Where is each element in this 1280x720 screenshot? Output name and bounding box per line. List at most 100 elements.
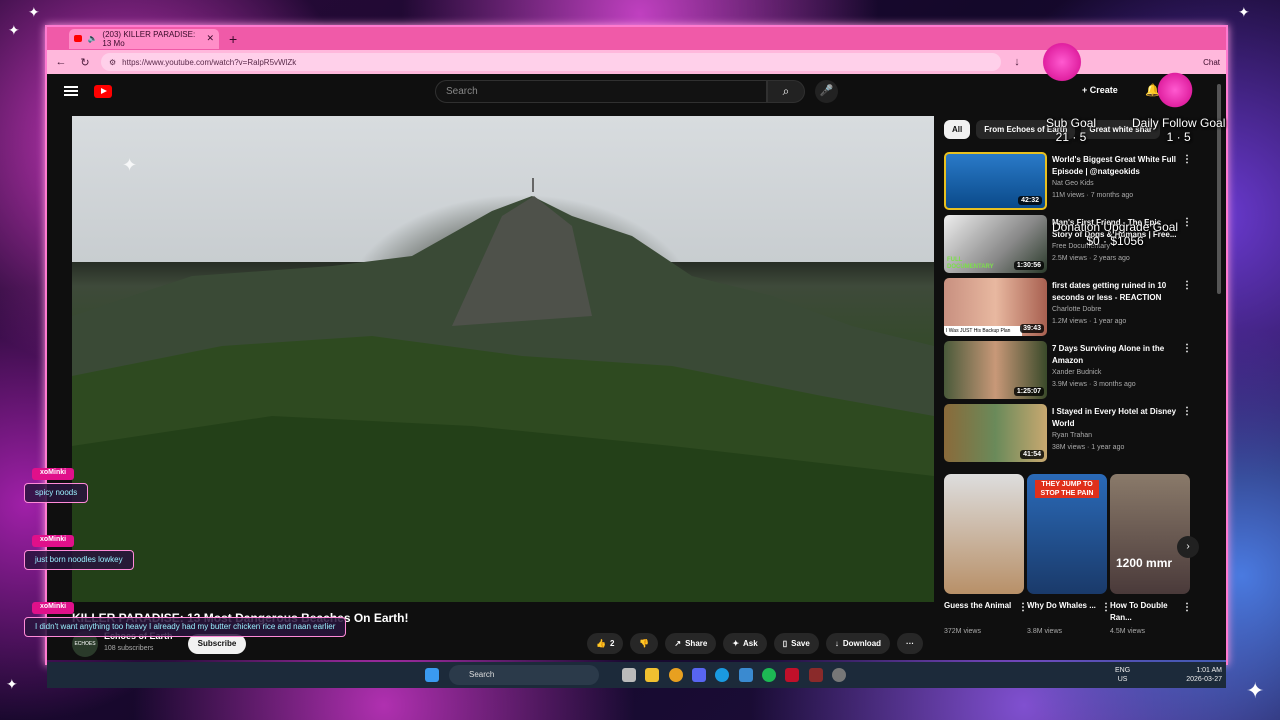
follow-goal-label: Daily Follow Goal [1132, 116, 1226, 130]
chat-button[interactable]: Chat [1203, 58, 1220, 67]
chat-username: xoMinki [32, 535, 75, 547]
more-options-icon[interactable]: ⋮ [1182, 217, 1192, 228]
avatar-text: ECHOES EARTH [74, 641, 96, 647]
sub-goal-value: 21 · 5 [1055, 130, 1087, 144]
recommendation-title[interactable]: World's Biggest Great White Full Episode… [1052, 154, 1177, 178]
clock-date: 2026-03-27 [1186, 676, 1222, 683]
short-thumbnail[interactable]: THEY JUMP TO STOP THE PAIN [1027, 474, 1107, 594]
spotify-icon[interactable] [762, 668, 776, 682]
recommendation-channel[interactable]: Charlotte Dobre [1052, 306, 1101, 313]
shorts-shelf: Guess the Animal 372M views ⋮ THEY JUMP … [944, 474, 1204, 649]
dislike-button[interactable]: 👎 [630, 633, 659, 654]
recommendation-channel[interactable]: Nat Geo Kids [1052, 180, 1094, 187]
video-player[interactable] [72, 116, 934, 602]
flower-decoration [1155, 70, 1195, 110]
subscribe-button[interactable]: Subscribe [188, 634, 246, 654]
recommendation-channel[interactable]: Xander Budnick [1052, 369, 1101, 376]
speaker-icon[interactable]: 🔈 [87, 34, 97, 43]
shorts-next-button[interactable]: › [1177, 536, 1199, 558]
clock[interactable]: 1:01 AM 2026-03-27 [1172, 666, 1222, 684]
download-label: Download [842, 639, 882, 648]
more-actions-button[interactable]: ··· [897, 633, 924, 654]
chat-username: xoMinki [32, 602, 75, 614]
more-options-icon[interactable]: ⋮ [1182, 602, 1192, 613]
file-explorer-icon[interactable] [645, 668, 659, 682]
recommendation-title[interactable]: first dates getting ruined in 10 seconds… [1052, 280, 1177, 304]
sparkle-icon: ✦ [6, 676, 18, 692]
short-views: 372M views [944, 628, 981, 635]
ask-button[interactable]: ✦ Ask [723, 633, 767, 654]
create-button[interactable]: + Create [1082, 85, 1118, 95]
obs-icon[interactable] [832, 668, 846, 682]
share-button[interactable]: ↗ Share [665, 633, 717, 654]
recommendation-thumbnail[interactable]: 41:54 [944, 404, 1047, 462]
address-bar[interactable]: ⚙ https://www.youtube.com/watch?v=RalpR5… [101, 53, 1001, 71]
taskbar-search[interactable]: Search [449, 665, 599, 685]
region-code: US [1117, 676, 1128, 683]
acrobat-icon[interactable] [785, 668, 799, 682]
recommendation-item[interactable]: I Was JUST His Backup Plan 39:43 first da… [944, 278, 1204, 338]
recommendation-thumbnail[interactable]: FULL DOCUMENTARY 1:30:56 [944, 215, 1047, 273]
like-count: 2 [609, 639, 615, 648]
recommendation-meta: 1.2M views · 1 year ago [1052, 318, 1127, 325]
youtube-play-icon [94, 84, 112, 98]
close-tab-icon[interactable]: ✕ [206, 33, 214, 44]
short-title[interactable]: How To Double Ran... [1110, 600, 1180, 624]
donation-goal-widget: Donation Upgrade Goal $0 · $1056 [1052, 220, 1178, 248]
discord-icon[interactable] [692, 668, 706, 682]
back-icon[interactable]: ← [53, 56, 69, 68]
recommendation-thumbnail[interactable]: I Was JUST His Backup Plan 39:43 [944, 278, 1047, 336]
menu-icon[interactable] [64, 86, 78, 96]
recommendation-meta: 2.5M views · 2 years ago [1052, 255, 1130, 262]
recommendation-item[interactable]: 41:54 I Stayed in Every Hotel at Disney … [944, 404, 1204, 464]
windows-taskbar: Search ENG US 1:01 AM 2026-03-27 [47, 662, 1226, 688]
sub-goal-label: Sub Goal [1046, 116, 1097, 130]
recommendation-title[interactable]: 7 Days Surviving Alone in the Amazon [1052, 343, 1177, 367]
chat-message: just born noodles lowkey [24, 550, 134, 570]
new-tab-button[interactable]: + [229, 31, 237, 47]
reload-icon[interactable]: ↻ [77, 56, 93, 69]
like-button[interactable]: 👍 2 [587, 633, 624, 654]
store-icon[interactable] [739, 668, 753, 682]
short-title[interactable]: Guess the Animal [944, 600, 1014, 612]
save-label: Save [791, 639, 810, 648]
more-options-icon[interactable]: ⋮ [1182, 280, 1192, 291]
download-icon[interactable]: ↓ [1009, 56, 1025, 68]
search-icon[interactable]: ⌕ [767, 80, 805, 103]
start-icon[interactable] [425, 668, 439, 682]
sparkle-icon: ✦ [1238, 4, 1250, 20]
lang-code: ENG [1115, 667, 1131, 674]
sparkle-icon: ✦ [1246, 678, 1265, 703]
recommendation-thumbnail[interactable]: 1:25:07 [944, 341, 1047, 399]
recommendation-item[interactable]: 1:25:07 7 Days Surviving Alone in the Am… [944, 341, 1204, 401]
recommendation-thumbnail[interactable]: 42:32 [944, 152, 1047, 210]
more-options-icon[interactable]: ⋮ [1182, 154, 1192, 165]
chip-all[interactable]: All [944, 120, 971, 139]
video-duration: 42:32 [1018, 196, 1042, 205]
thumbs-up-icon: 👍 [596, 639, 606, 648]
short-thumbnail[interactable] [944, 474, 1024, 594]
short-overlay-text: THEY JUMP TO STOP THE PAIN [1035, 480, 1099, 498]
youtube-logo[interactable] [94, 84, 112, 98]
site-info-icon[interactable]: ⚙ [109, 58, 116, 67]
valorant-icon[interactable] [809, 668, 823, 682]
thumbnail-caption: I Was JUST His Backup Plan [944, 326, 1022, 336]
recommendation-title[interactable]: I Stayed in Every Hotel at Disney World [1052, 406, 1177, 430]
thumbnail-caption: FULL DOCUMENTARY [947, 257, 994, 270]
edge-icon[interactable] [715, 668, 729, 682]
search-input[interactable]: Search [435, 80, 767, 103]
save-button[interactable]: ▯ Save [773, 633, 819, 654]
recommendation-meta: 38M views · 1 year ago [1052, 444, 1125, 451]
app-icon[interactable] [669, 668, 683, 682]
more-options-icon[interactable]: ⋮ [1182, 406, 1192, 417]
recommendation-item[interactable]: 42:32 World's Biggest Great White Full E… [944, 152, 1204, 212]
task-view-icon[interactable] [622, 668, 636, 682]
microphone-icon[interactable]: 🎤 [815, 80, 838, 103]
more-options-icon[interactable]: ⋮ [1182, 343, 1192, 354]
short-thumbnail[interactable]: 1200 mmr [1110, 474, 1190, 594]
short-title[interactable]: Why Do Whales ... [1027, 600, 1097, 612]
recommendation-channel[interactable]: Ryan Trahan [1052, 432, 1092, 439]
download-button[interactable]: ↓ Download [825, 633, 891, 654]
tab-youtube[interactable]: 🔈 (203) KILLER PARADISE: 13 Mo ✕ [69, 28, 219, 49]
language-indicator[interactable]: ENG US [1115, 666, 1130, 684]
